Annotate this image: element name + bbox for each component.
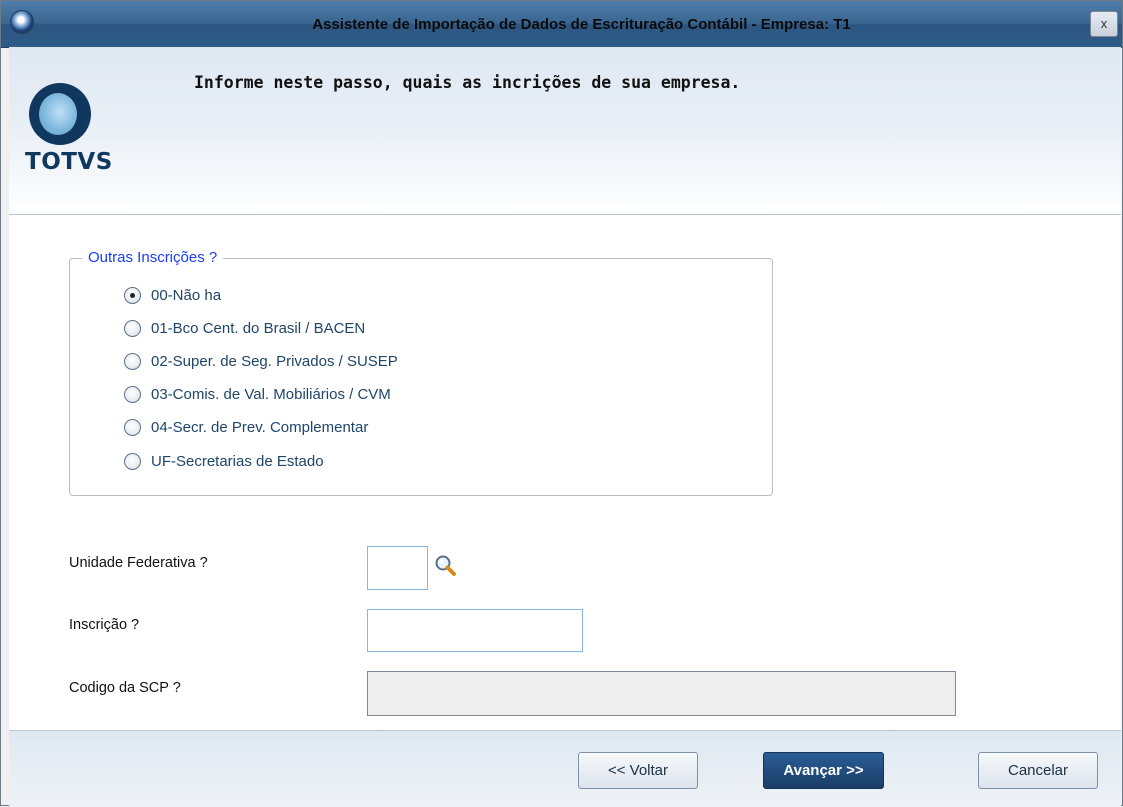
radio-button[interactable] <box>124 319 141 337</box>
group-legend: Outras Inscrições ? <box>82 249 224 266</box>
wizard-footer: << Voltar Avançar >> Cancelar <box>9 730 1121 807</box>
radio-label: 04-Secr. de Prev. Complementar <box>151 418 369 436</box>
window-title: Assistente de Importação de Dados de Esc… <box>312 16 851 33</box>
scp-input <box>367 671 956 716</box>
radio-button[interactable] <box>124 418 141 436</box>
scp-label: Codigo da SCP ? <box>69 680 181 696</box>
cancel-button[interactable]: Cancelar <box>978 752 1098 789</box>
radio-button[interactable] <box>124 452 141 470</box>
outras-inscricoes-group: Outras Inscrições ? 00-Não ha 01-Bco Cen… <box>69 249 773 496</box>
totvs-logo-icon <box>29 83 91 145</box>
inscricao-input[interactable] <box>367 609 583 652</box>
radio-label: 02-Super. de Seg. Privados / SUSEP <box>151 352 398 370</box>
radio-label: UF-Secretarias de Estado <box>151 452 324 470</box>
uf-input[interactable] <box>367 546 428 590</box>
magnifier-icon[interactable] <box>433 553 459 579</box>
radio-button[interactable] <box>124 352 141 370</box>
radio-option-uf[interactable]: UF-Secretarias de Estado <box>124 450 324 472</box>
radio-option-00[interactable]: 00-Não ha <box>124 284 221 306</box>
radio-button[interactable] <box>124 286 141 304</box>
uf-label: Unidade Federativa ? <box>69 555 208 571</box>
radio-label: 03-Comis. de Val. Mobiliários / CVM <box>151 385 391 403</box>
radio-option-02[interactable]: 02-Super. de Seg. Privados / SUSEP <box>124 350 398 372</box>
radio-button[interactable] <box>124 385 141 403</box>
radio-option-04[interactable]: 04-Secr. de Prev. Complementar <box>124 416 368 438</box>
radio-label: 00-Não ha <box>151 286 222 304</box>
wizard-window: Assistente de Importação de Dados de Esc… <box>0 0 1123 807</box>
wizard-content: Outras Inscrições ? 00-Não ha 01-Bco Cen… <box>9 215 1121 730</box>
next-button[interactable]: Avançar >> <box>763 752 884 789</box>
inscricao-label: Inscrição ? <box>69 617 140 633</box>
title-bar: Assistente de Importação de Dados de Esc… <box>1 1 1122 48</box>
radio-option-01[interactable]: 01-Bco Cent. do Brasil / BACEN <box>124 317 365 339</box>
close-icon[interactable]: x <box>1090 11 1118 37</box>
step-title: Informe neste passo, quais as incrições … <box>194 73 741 92</box>
totvs-logo-text: TOTVS <box>25 149 113 175</box>
wizard-header: Informe neste passo, quais as incrições … <box>9 47 1121 215</box>
back-button[interactable]: << Voltar <box>578 752 698 789</box>
radio-label: 01-Bco Cent. do Brasil / BACEN <box>151 319 366 337</box>
radio-option-03[interactable]: 03-Comis. de Val. Mobiliários / CVM <box>124 383 391 405</box>
